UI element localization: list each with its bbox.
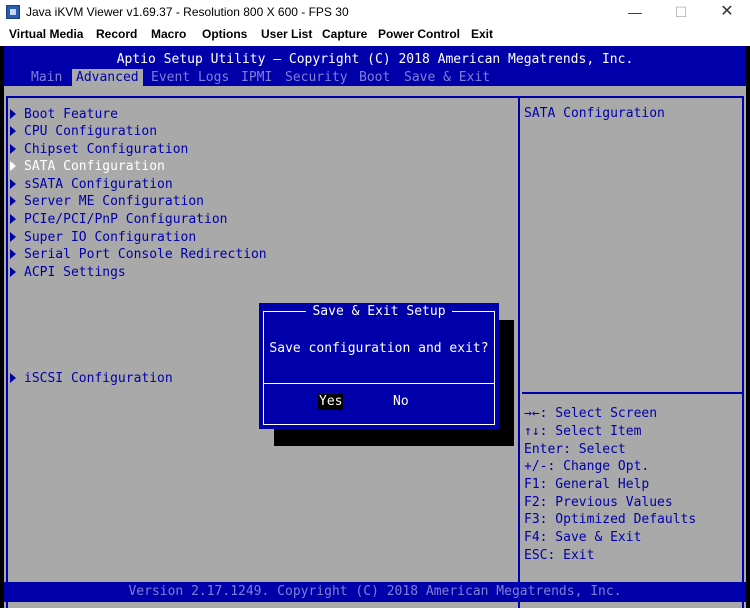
submenu-arrow-icon xyxy=(10,161,16,171)
menu-row-label: sSATA Configuration xyxy=(24,177,173,192)
menu-row-super-io-configuration[interactable]: Super IO Configuration xyxy=(10,229,196,246)
kvm-screen[interactable]: Aptio Setup Utility – Copyright (C) 2018… xyxy=(0,46,750,608)
dialog-divider xyxy=(263,383,495,384)
save-exit-dialog: Save & Exit Setup Save configuration and… xyxy=(259,303,499,429)
tab-event-logs[interactable]: Event Logs xyxy=(151,69,229,86)
key-help-select-screen: →←: Select Screen xyxy=(524,406,658,421)
dialog-no-button[interactable]: No xyxy=(393,394,409,410)
menu-row-label: PCIe/PCI/PnP Configuration xyxy=(24,212,228,227)
submenu-arrow-icon xyxy=(10,373,16,383)
bios-version-text: Version 2.17.1249. Copyright (C) 2018 Am… xyxy=(128,584,622,599)
window-title: Java iKVM Viewer v1.69.37 - Resolution 8… xyxy=(26,5,349,19)
menu-row-sata-configuration[interactable]: SATA Configuration xyxy=(10,158,165,175)
menu-row-cpu-configuration[interactable]: CPU Configuration xyxy=(10,123,157,140)
menu-row-label: Server ME Configuration xyxy=(24,194,205,209)
dialog-title: Save & Exit Setup xyxy=(306,303,452,320)
submenu-arrow-icon xyxy=(10,109,16,119)
key-help-f4: F4: Save & Exit xyxy=(524,530,642,545)
menu-user-list[interactable]: User List xyxy=(261,27,312,41)
menu-row-iscsi-configuration[interactable]: iSCSI Configuration xyxy=(10,370,173,387)
submenu-arrow-icon xyxy=(10,232,16,242)
item-help-text: SATA Configuration xyxy=(524,106,665,121)
submenu-arrow-icon xyxy=(10,267,16,277)
menu-row-server-me-configuration[interactable]: Server ME Configuration xyxy=(10,193,204,210)
help-divider xyxy=(522,392,742,394)
tab-boot[interactable]: Boot xyxy=(359,69,390,86)
dialog-border xyxy=(263,311,495,425)
dialog-title-bar: Save & Exit Setup xyxy=(259,303,499,320)
submenu-arrow-icon xyxy=(10,144,16,154)
menu-row-label: Boot Feature xyxy=(24,107,118,122)
key-help-change-opt: +/-: Change Opt. xyxy=(524,459,650,474)
menu-row-boot-feature[interactable]: Boot Feature xyxy=(10,106,118,123)
maximize-button[interactable]: ☐ xyxy=(658,0,704,24)
menu-row-pcie-pci-pnp-configuration[interactable]: PCIe/PCI/PnP Configuration xyxy=(10,211,228,228)
key-help-f3: F3: Optimized Defaults xyxy=(524,512,697,527)
tab-advanced[interactable]: Advanced xyxy=(72,69,143,86)
menu-row-label: SATA Configuration xyxy=(24,159,165,174)
kvm-menubar: Virtual Media Record Macro Options User … xyxy=(0,24,750,46)
tab-ipmi[interactable]: IPMI xyxy=(241,69,272,86)
submenu-arrow-icon xyxy=(10,179,16,189)
tab-save-exit[interactable]: Save & Exit xyxy=(404,69,490,86)
menu-row-ssata-configuration[interactable]: sSATA Configuration xyxy=(10,176,173,193)
menu-row-label: Super IO Configuration xyxy=(24,230,197,245)
bios-header: Aptio Setup Utility – Copyright (C) 2018… xyxy=(4,46,746,86)
menu-row-label: ACPI Settings xyxy=(24,265,126,280)
submenu-arrow-icon xyxy=(10,196,16,206)
dialog-message: Save configuration and exit? xyxy=(269,341,489,356)
dialog-yes-button[interactable]: Yes xyxy=(318,394,344,410)
window-titlebar: Java iKVM Viewer v1.69.37 - Resolution 8… xyxy=(0,0,750,24)
menu-macro[interactable]: Macro xyxy=(151,27,186,41)
minimize-button[interactable]: — xyxy=(612,0,658,24)
bios-footer: Version 2.17.1249. Copyright (C) 2018 Am… xyxy=(4,582,746,602)
menu-options[interactable]: Options xyxy=(202,27,247,41)
key-help-esc: ESC: Exit xyxy=(524,548,595,563)
menu-row-serial-port-console-redirection[interactable]: Serial Port Console Redirection xyxy=(10,246,267,263)
tab-security[interactable]: Security xyxy=(285,69,348,86)
menu-row-chipset-configuration[interactable]: Chipset Configuration xyxy=(10,141,188,158)
menu-record[interactable]: Record xyxy=(96,27,137,41)
key-help-select-item: ↑↓: Select Item xyxy=(524,424,642,439)
key-help-enter: Enter: Select xyxy=(524,442,626,457)
submenu-arrow-icon xyxy=(10,126,16,136)
submenu-arrow-icon xyxy=(10,214,16,224)
bios-header-title: Aptio Setup Utility – Copyright (C) 2018… xyxy=(116,52,634,67)
menu-row-label: CPU Configuration xyxy=(24,124,158,139)
menu-row-label: iSCSI Configuration xyxy=(24,371,173,386)
menu-row-label: Chipset Configuration xyxy=(24,142,189,157)
java-app-icon xyxy=(6,5,20,19)
menu-row-acpi-settings[interactable]: ACPI Settings xyxy=(10,264,126,281)
menu-row-label: Serial Port Console Redirection xyxy=(24,247,267,262)
menu-power-control[interactable]: Power Control xyxy=(378,27,460,41)
tab-main[interactable]: Main xyxy=(31,69,62,86)
close-button[interactable]: ✕ xyxy=(704,0,750,24)
key-help-f1: F1: General Help xyxy=(524,477,650,492)
bios-main-panel: Boot Feature CPU Configuration Chipset C… xyxy=(4,86,746,608)
submenu-arrow-icon xyxy=(10,249,16,259)
key-help-f2: F2: Previous Values xyxy=(524,495,673,510)
menu-exit[interactable]: Exit xyxy=(471,27,493,41)
menu-capture[interactable]: Capture xyxy=(322,27,367,41)
menu-virtual-media[interactable]: Virtual Media xyxy=(9,27,83,41)
